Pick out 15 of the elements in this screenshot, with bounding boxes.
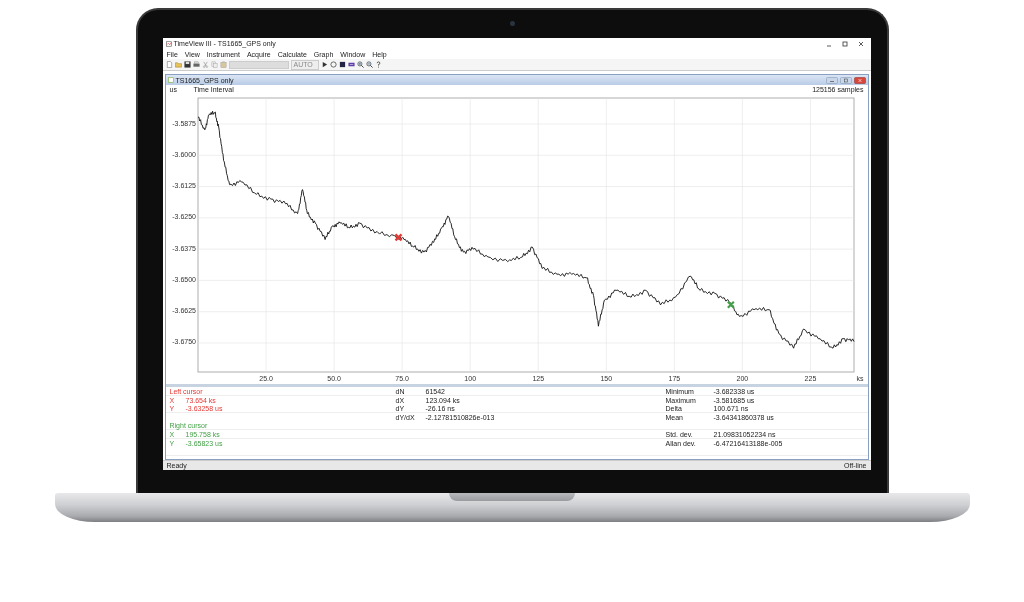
play-icon[interactable] [320, 61, 328, 68]
close-icon[interactable] [853, 76, 866, 84]
dropdown-field[interactable] [228, 60, 289, 69]
cursor-marker[interactable] [726, 300, 735, 309]
new-file-icon[interactable] [165, 61, 173, 68]
zoom-in-icon[interactable] [356, 61, 364, 68]
minimize-icon[interactable] [825, 76, 838, 84]
save-icon[interactable] [183, 61, 191, 68]
cursor-marker[interactable] [393, 233, 403, 242]
help-icon[interactable] [374, 61, 382, 68]
camera-icon [509, 21, 515, 26]
maximize-icon[interactable] [839, 76, 852, 84]
document-icon [167, 77, 174, 83]
zoom-out-icon[interactable] [365, 61, 373, 68]
print-icon[interactable] [192, 61, 200, 68]
